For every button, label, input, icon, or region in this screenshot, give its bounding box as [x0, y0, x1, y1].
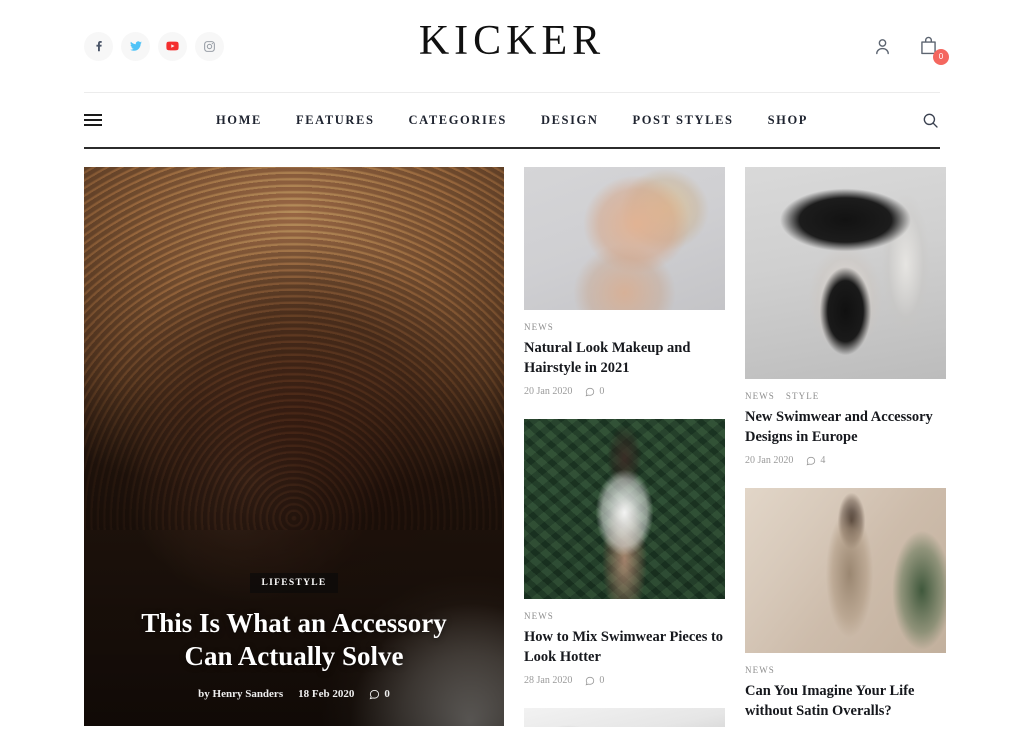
article-comments: 0: [585, 386, 604, 397]
article-categories: NEWS: [524, 322, 725, 332]
article-meta: 20 Jan 2020 0: [524, 386, 725, 397]
article-date: 20 Jan 2020: [524, 386, 573, 398]
article-title[interactable]: New Swimwear and Accessory Designs in Eu…: [745, 408, 946, 447]
article-card[interactable]: NEWS STYLE New Swimwear and Accessory De…: [745, 167, 946, 466]
comment-icon: [585, 676, 595, 686]
article-comment-count: 0: [599, 386, 605, 398]
nav-item-features[interactable]: FEATURES: [296, 113, 375, 128]
article-card[interactable]: NEWS How to Mix Swimwear Pieces to Look …: [524, 419, 725, 686]
article-thumbnail[interactable]: [745, 167, 946, 379]
category-tag[interactable]: NEWS: [745, 665, 775, 675]
top-bar: KICKER 0: [0, 0, 1024, 92]
content-grid: LIFESTYLE This Is What an Accessory Can …: [0, 149, 1024, 727]
right-column: NEWS STYLE New Swimwear and Accessory De…: [745, 167, 946, 727]
category-tag[interactable]: NEWS: [745, 391, 775, 401]
site-logo[interactable]: KICKER: [419, 16, 605, 66]
hero-content: LIFESTYLE This Is What an Accessory Can …: [84, 572, 504, 700]
category-tag[interactable]: STYLE: [786, 391, 820, 401]
article-comment-count: 4: [820, 455, 826, 467]
comment-icon: [806, 456, 816, 465]
article-comments: 0: [585, 675, 604, 686]
hero-meta: by Henry Sanders 18 Feb 2020 0: [114, 688, 474, 700]
hamburger-icon[interactable]: [84, 114, 102, 126]
article-thumbnail[interactable]: [524, 167, 725, 310]
article-thumbnail[interactable]: [745, 488, 946, 654]
social-links: [84, 31, 224, 61]
article-meta: 28 Jan 2020 0: [524, 675, 725, 686]
article-comment-count: 0: [599, 675, 605, 687]
article-thumbnail[interactable]: [524, 708, 725, 727]
main-menu: HOME FEATURES CATEGORIES DESIGN POST STY…: [0, 113, 1024, 128]
article-title[interactable]: How to Mix Swimwear Pieces to Look Hotte…: [524, 628, 725, 667]
article-thumbnail[interactable]: [524, 419, 725, 600]
hero-column: LIFESTYLE This Is What an Accessory Can …: [84, 167, 504, 727]
category-tag[interactable]: NEWS: [524, 322, 554, 332]
hero-title[interactable]: This Is What an Accessory Can Actually S…: [114, 607, 474, 675]
hero-category-badge[interactable]: LIFESTYLE: [250, 572, 338, 593]
article-card[interactable]: NEWS Natural Look Makeup and Hairstyle i…: [524, 167, 725, 397]
hero-comment-count: 0: [384, 688, 390, 700]
category-tag[interactable]: NEWS: [524, 611, 554, 621]
nav-item-shop[interactable]: SHOP: [768, 113, 808, 128]
article-categories: NEWS STYLE: [745, 391, 946, 401]
article-categories: NEWS: [524, 611, 725, 621]
hero-author: by Henry Sanders: [198, 688, 284, 700]
article-title[interactable]: Can You Imagine Your Life without Satin …: [745, 682, 946, 721]
youtube-icon[interactable]: [158, 31, 187, 61]
page-root: KICKER 0 HOME FEATURES CATEGORIES DESIGN…: [0, 0, 1024, 745]
navigation-bar: HOME FEATURES CATEGORIES DESIGN POST STY…: [0, 93, 1024, 147]
nav-item-categories[interactable]: CATEGORIES: [409, 113, 507, 128]
nav-item-home[interactable]: HOME: [216, 113, 262, 128]
comment-icon: [585, 387, 595, 396]
comment-icon: [369, 689, 380, 699]
article-meta: 20 Jan 2020 4: [745, 455, 946, 466]
hero-comments: 0: [369, 688, 390, 700]
hero-date: 18 Feb 2020: [298, 688, 355, 700]
top-bar-actions: 0: [870, 33, 949, 65]
article-date: 20 Jan 2020: [745, 455, 794, 467]
middle-column: NEWS Natural Look Makeup and Hairstyle i…: [524, 167, 725, 727]
search-icon[interactable]: [921, 111, 940, 130]
cart-button[interactable]: 0: [916, 33, 949, 65]
twitter-icon[interactable]: [121, 31, 150, 61]
article-comments: 4: [806, 455, 825, 466]
article-date: 28 Jan 2020: [524, 675, 573, 687]
facebook-icon[interactable]: [84, 31, 113, 61]
article-card[interactable]: NEWS Can You Imagine Your Life without S…: [745, 488, 946, 727]
instagram-icon[interactable]: [195, 31, 224, 61]
hero-article[interactable]: LIFESTYLE This Is What an Accessory Can …: [84, 167, 504, 726]
nav-item-post-styles[interactable]: POST STYLES: [632, 113, 733, 128]
article-categories: NEWS: [745, 665, 946, 675]
nav-item-design[interactable]: DESIGN: [541, 113, 599, 128]
article-card-partial[interactable]: [524, 708, 725, 727]
cart-count-badge: 0: [933, 49, 949, 65]
article-title[interactable]: Natural Look Makeup and Hairstyle in 202…: [524, 339, 725, 378]
account-button[interactable]: [870, 33, 894, 59]
